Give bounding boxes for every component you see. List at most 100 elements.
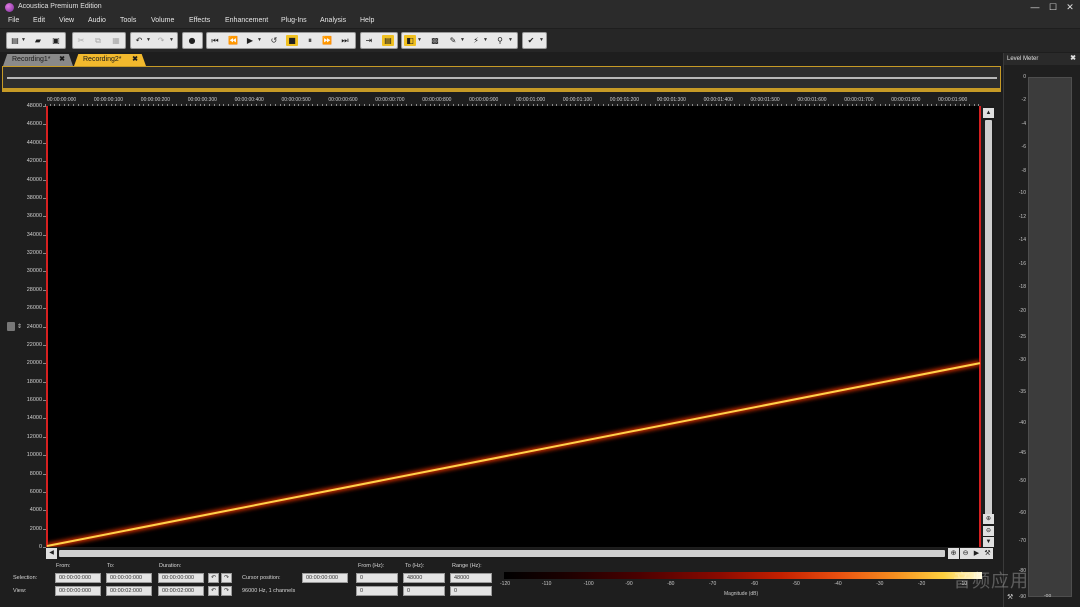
level-meter-panel: Level Meter ✖ 0 -2 -4 -6 -8 -10 -12 -14 -16 -18 -2… (1003, 53, 1080, 607)
zoom-in-icon[interactable]: ⊕ (983, 514, 994, 524)
follow-playback-icon[interactable]: ⇥ (363, 35, 375, 46)
go-to-end-icon[interactable]: ⏭ (339, 35, 351, 46)
level-tick-label: -6 (1021, 143, 1026, 150)
level-tick-label: -10 (1018, 190, 1026, 197)
tab-label: Recording2* (83, 56, 122, 63)
redo-selection-icon[interactable]: ↷ (221, 573, 232, 583)
frequency-tick-label: 0 (38, 544, 42, 550)
zoom-tool-icon[interactable]: ⚲ (494, 35, 506, 46)
chevron-down-icon[interactable]: ▼ (460, 37, 465, 44)
wrench-icon[interactable]: ⚒ (1007, 593, 1013, 601)
copy-icon[interactable]: ⧉ (92, 35, 104, 46)
record-group: ● (182, 32, 203, 49)
brush-tool-icon[interactable]: ✎ (447, 35, 459, 46)
save-icon[interactable]: ▣ (50, 35, 62, 46)
view-duration-field[interactable]: 00:00:02:000 (158, 586, 204, 596)
close-icon[interactable]: ✖ (59, 54, 65, 66)
maximize-button[interactable]: ☐ (1048, 2, 1058, 12)
chevron-down-icon[interactable]: ▼ (257, 37, 262, 44)
select-tool-icon[interactable]: ◧ (404, 35, 416, 46)
menu-audio[interactable]: Audio (88, 17, 106, 24)
menu-enhancement[interactable]: Enhancement (225, 17, 268, 24)
vertical-scrollbar[interactable]: ▲ ⊕ ⊖ ▼ (983, 106, 994, 547)
selection-from-field[interactable]: 00:00:00:000 (55, 573, 101, 583)
minimize-button[interactable]: — (1030, 2, 1040, 12)
menu-effects[interactable]: Effects (189, 17, 210, 24)
undo-icon[interactable]: ↶ (133, 35, 145, 46)
new-file-icon[interactable]: ▤ (9, 35, 21, 46)
open-folder-icon[interactable]: ▰ (32, 35, 44, 46)
vertical-scroll-thumb[interactable] (985, 120, 992, 520)
fast-forward-icon[interactable]: ⏩ (321, 35, 333, 46)
from-hz-view-field[interactable]: 0 (356, 586, 398, 596)
ruler-tick-label: 00:00:00:400 (234, 97, 264, 103)
from-hz-selection-field[interactable]: 0 (356, 573, 398, 583)
cursor-position-field[interactable]: 00:00:00:000 (302, 573, 348, 583)
zoom-in-icon[interactable]: ⊕ (948, 548, 959, 559)
redo-icon[interactable]: ↷ (155, 35, 167, 46)
close-window-button[interactable]: ✕ (1065, 2, 1075, 12)
chevron-down-icon[interactable]: ▼ (169, 37, 174, 44)
horizontal-scroll-thumb[interactable] (59, 550, 945, 557)
selection-to-field[interactable]: 00:00:00:000 (106, 573, 152, 583)
menu-volume[interactable]: Volume (151, 17, 174, 24)
tab-recording2[interactable]: Recording2* ✖ (74, 54, 146, 66)
scroll-down-icon[interactable]: ▼ (983, 537, 994, 547)
to-hz-label: To (Hz): (405, 563, 425, 569)
range-hz-selection-field[interactable]: 48000 (450, 573, 492, 583)
undo-view-icon[interactable]: ↶ (208, 586, 219, 596)
range-hz-view-field[interactable]: 0 (450, 586, 492, 596)
spectrogram-view-icon[interactable]: ▤ (382, 35, 394, 46)
zoom-out-icon[interactable]: ⊖ (983, 526, 994, 536)
time-ruler[interactable]: 00:00:00:000 00:00:00:100 00:00:00:200 00:0… (45, 97, 982, 106)
frequency-tick-label: 34000 (26, 231, 42, 238)
tool-options-icon[interactable]: ✔ (525, 35, 537, 46)
menu-analysis[interactable]: Analysis (320, 17, 346, 24)
record-icon[interactable]: ● (186, 35, 198, 46)
close-icon[interactable]: ✖ (132, 54, 138, 66)
magic-wand-icon[interactable]: ⚡ (470, 35, 482, 46)
to-hz-selection-field[interactable]: 48000 (403, 573, 445, 583)
view-from-field[interactable]: 00:00:00:000 (55, 586, 101, 596)
cut-icon[interactable]: ✂ (75, 35, 87, 46)
horizontal-scrollbar[interactable]: ◀ ⊕ ⊖ ▶ ⚒ (46, 548, 993, 559)
menu-bar: File Edit View Audio Tools Volume Effect… (0, 15, 1080, 28)
chevron-down-icon[interactable]: ▼ (146, 37, 151, 44)
menu-edit[interactable]: Edit (33, 17, 45, 24)
level-tick-label: -60 (1018, 509, 1026, 516)
zoom-out-icon[interactable]: ⊖ (960, 548, 971, 559)
pause-icon[interactable]: ⏸ (304, 35, 316, 46)
wrench-icon[interactable]: ⚒ (982, 548, 993, 559)
overview-position-bar[interactable] (2, 89, 1001, 92)
tab-recording1[interactable]: Recording1* ✖ (3, 54, 73, 66)
undo-selection-icon[interactable]: ↶ (208, 573, 219, 583)
chevron-down-icon[interactable]: ▼ (508, 37, 513, 44)
close-icon[interactable]: ✖ (1070, 54, 1076, 62)
level-tick-label: -45 (1018, 450, 1026, 456)
rewind-icon[interactable]: ⏪ (227, 35, 239, 46)
to-hz-view-field[interactable]: 0 (403, 586, 445, 596)
redo-view-icon[interactable]: ↷ (221, 586, 232, 596)
paste-icon[interactable]: ▦ (110, 35, 122, 46)
spectrogram-view[interactable] (46, 106, 981, 547)
menu-view[interactable]: View (59, 17, 74, 24)
image-tool-icon[interactable]: ▩ (429, 35, 441, 46)
menu-file[interactable]: File (8, 17, 19, 24)
scroll-up-icon[interactable]: ▲ (983, 108, 994, 118)
menu-plug-ins[interactable]: Plug-Ins (281, 17, 307, 24)
play-icon[interactable]: ▶ (244, 35, 256, 46)
chevron-down-icon[interactable]: ▼ (21, 37, 26, 44)
chevron-down-icon[interactable]: ▼ (539, 37, 544, 44)
selection-duration-field[interactable]: 00:00:00:000 (158, 573, 204, 583)
go-to-start-icon[interactable]: ⏮ (209, 35, 221, 46)
overview-panel[interactable] (2, 66, 1001, 89)
chevron-down-icon[interactable]: ▼ (483, 37, 488, 44)
chevron-down-icon[interactable]: ▼ (417, 37, 422, 44)
view-to-field[interactable]: 00:00:02:000 (106, 586, 152, 596)
stop-icon[interactable]: ■ (286, 35, 298, 46)
scroll-right-icon[interactable]: ▶ (971, 548, 982, 559)
menu-help[interactable]: Help (360, 17, 374, 24)
loop-icon[interactable]: ↺ (268, 35, 280, 46)
scroll-left-icon[interactable]: ◀ (46, 548, 57, 559)
menu-tools[interactable]: Tools (120, 17, 136, 24)
